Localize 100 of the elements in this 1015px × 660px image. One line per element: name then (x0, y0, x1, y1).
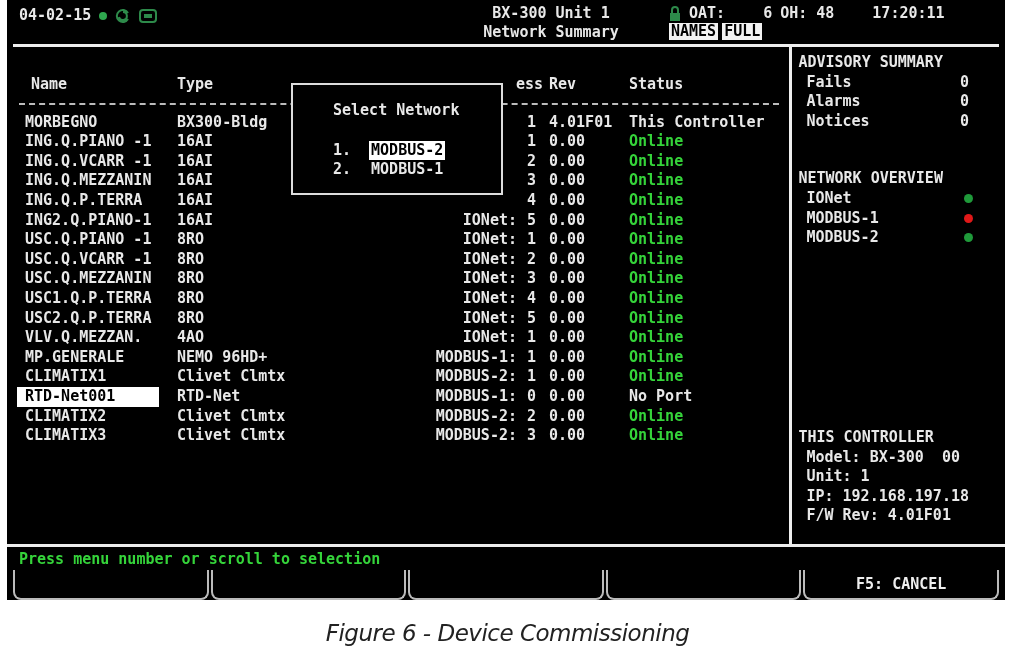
table-cell-text: 3 (526, 269, 538, 289)
display-icon (139, 9, 158, 23)
column-header: Status (629, 74, 685, 95)
status-cell-text: Online (629, 171, 685, 191)
table-cell[interactable]: ING.Q.VCARR -1 (19, 151, 177, 172)
table-cell[interactable]: CLIMATIX3 (19, 426, 177, 446)
dialog-title: Select Network (333, 101, 461, 121)
table-cell-text: IONet: (461, 288, 517, 309)
table-cell[interactable]: CLIMATIX1 (19, 367, 177, 387)
controller-info: Model: BX-300 00 (806, 447, 960, 468)
option-number: 2. (333, 160, 352, 180)
table-cell-text: 0.00 (549, 210, 587, 231)
section-title: THIS CONTROLLER (798, 428, 935, 448)
table-cell-text: 4AO (177, 328, 206, 348)
table-cell-text: 2 (526, 406, 538, 427)
table-cell[interactable]: VLV.Q.MEZZAN. (19, 328, 177, 348)
table-cell-text: 0.00 (549, 347, 587, 368)
status-cell-text: Online (629, 426, 685, 446)
table-cell-text: IONet: (461, 249, 517, 270)
table-cell-text: 0.00 (549, 406, 587, 427)
unit-title: BX-300 Unit 1 (492, 4, 610, 23)
lock-icon (669, 6, 681, 21)
section-title: NETWORK OVERVIEW (798, 169, 944, 189)
table-cell-text: Clivet Clmtx (177, 426, 287, 446)
table-cell-text: 16AI (177, 190, 215, 211)
table-cell[interactable]: RTD-Net001 (17, 386, 159, 407)
table-cell-text: 8RO (177, 230, 206, 250)
table-cell[interactable]: MP.GENERALE (19, 347, 177, 368)
soft-key[interactable]: F5: CANCEL (803, 570, 999, 600)
table-cell-text: IONet: (461, 328, 517, 348)
view-mode-label: NAMES (669, 23, 719, 40)
table-cell-text: 2 (526, 151, 538, 172)
table-cell-text: 0.00 (549, 328, 587, 348)
table-cell[interactable]: ING2.Q.PIANO-1 (19, 210, 177, 231)
table-cell[interactable]: USC.Q.PIANO -1 (19, 230, 177, 250)
status-cell-text: Online (629, 328, 685, 348)
view-mode-label: FULL (722, 23, 763, 40)
status-cell-text: Online (629, 347, 685, 368)
table-cell-text: Clivet Clmtx (177, 367, 287, 387)
table-cell-text: IONet: (461, 210, 517, 231)
status-cell-text: Online (629, 288, 685, 309)
table-cell-text: 1 (526, 230, 538, 250)
soft-key[interactable] (408, 570, 604, 600)
status-cell-text: Online (629, 210, 685, 231)
table-cell-text: 1 (526, 112, 538, 133)
table-cell-text: 0.00 (549, 132, 587, 152)
table-cell[interactable]: ING.Q.PIANO -1 (19, 132, 177, 152)
table-cell-text: 8RO (177, 249, 206, 270)
network-label: IONet (806, 188, 852, 209)
table-cell-text: MODBUS-1: (434, 347, 517, 368)
table-cell[interactable]: USC.Q.MEZZANIN (19, 269, 177, 289)
status-cell-text: Online (629, 367, 685, 387)
controller-info: F/W Rev: 4.01F01 (806, 506, 951, 526)
oat-value: 6 (763, 4, 773, 23)
table-cell[interactable]: MORBEGNO (19, 112, 177, 133)
clock-time: 17:20:11 (872, 4, 945, 23)
section-title: ADVISORY SUMMARY (798, 53, 944, 73)
column-header: Type (177, 74, 215, 95)
soft-key[interactable] (210, 570, 407, 600)
table-cell-text: 5 (526, 308, 538, 329)
network-option[interactable]: MODBUS-1 (369, 160, 446, 180)
table-cell[interactable]: USC1.Q.P.TERRA (19, 288, 177, 309)
date: 04-02-15 (19, 6, 92, 24)
status-dot-icon (99, 12, 108, 20)
table-cell[interactable]: USC.Q.VCARR -1 (19, 249, 177, 270)
table-cell-text: 0.00 (549, 230, 587, 250)
table-cell-text: 4.01F01 (549, 112, 614, 133)
table-cell-text: 16AI (177, 171, 215, 191)
soft-key[interactable] (13, 570, 209, 600)
table-cell-text: 0.00 (549, 367, 587, 387)
column-header: Rev (549, 74, 578, 95)
table-cell-text: 5 (526, 210, 538, 231)
column-header: Name (30, 74, 69, 95)
table-cell-text: 8RO (177, 269, 206, 289)
advisory-label: Fails (806, 72, 852, 93)
table-cell-text: 0.00 (549, 269, 587, 289)
table-cell[interactable]: CLIMATIX2 (19, 406, 177, 427)
status-cell-text: Online (629, 308, 685, 329)
table-cell[interactable]: USC2.Q.P.TERRA (19, 308, 177, 329)
table-cell-text: BX300-Bldg (177, 112, 269, 133)
soft-key[interactable] (605, 570, 802, 600)
status-cell-text: Online (629, 406, 685, 427)
table-cell-text: 3 (526, 426, 538, 446)
network-option[interactable]: MODBUS-2 (369, 140, 446, 161)
table-cell-text: MODBUS-2: (434, 367, 517, 387)
status-cell-text: No Port (629, 386, 694, 407)
table-cell-text: MODBUS-2: (434, 426, 517, 446)
advisory-count: 0 (959, 72, 969, 93)
table-cell-text: IONet: (461, 269, 517, 289)
table-cell-text: 16AI (177, 132, 215, 152)
table-cell-text: 1 (526, 347, 538, 368)
table-cell-text: IONet: (461, 230, 517, 250)
table-cell[interactable]: ING.Q.P.TERRA (19, 190, 177, 211)
table-cell-text: MODBUS-2: (434, 406, 517, 427)
table-cell-text: 1 (526, 132, 538, 152)
table-cell-text: IONet: (461, 308, 517, 329)
table-cell-text: 0.00 (549, 151, 587, 172)
oat-label: OAT: (689, 4, 726, 23)
table-cell-text: RTD-Net (177, 386, 242, 407)
table-cell[interactable]: ING.Q.MEZZANIN (19, 171, 177, 191)
